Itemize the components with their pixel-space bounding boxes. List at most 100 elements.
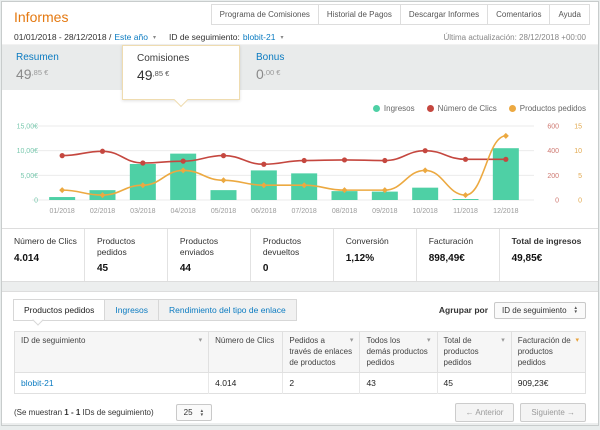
showing-text: (Se muestran 1 - 1 IDs de seguimiento) — [14, 408, 154, 417]
svg-text:600: 600 — [547, 124, 559, 131]
page-title: Informes — [2, 2, 68, 25]
svg-text:09/2018: 09/2018 — [372, 208, 397, 215]
legend-ingresos: Ingresos — [373, 104, 415, 113]
combo-chart: 15,00€ 600 15 10,00€ 400 10 5,00€ 200 5 0 0 0 01/201… — [2, 118, 600, 226]
col-facturacion[interactable]: ▾Facturación de productos pedidos — [511, 332, 585, 373]
cell-pedidos-enlaces: 2 — [283, 373, 360, 394]
cell-total-productos: 45 — [437, 373, 511, 394]
table-header-row: ▾ID de seguimiento Número de Clics ▾Pedi… — [15, 332, 586, 373]
col-numero-clics[interactable]: Número de Clics — [209, 332, 283, 373]
top-nav: Programa de Comisiones Historial de Pago… — [212, 4, 590, 25]
sort-icon[interactable]: ▾ — [427, 336, 431, 345]
svg-text:07/2018: 07/2018 — [292, 208, 317, 215]
svg-text:0: 0 — [578, 198, 582, 205]
svg-text:5,00€: 5,00€ — [20, 173, 38, 180]
left-arrow-icon: ← — [466, 408, 474, 417]
report-tabs: Productos pedidos Ingresos Rendimiento d… — [14, 298, 586, 322]
tracking-id-label: ID de seguimiento: — [169, 32, 240, 42]
report-table: ▾ID de seguimiento Número de Clics ▾Pedi… — [14, 331, 586, 394]
svg-text:02/2018: 02/2018 — [90, 208, 115, 215]
stat-total-ingresos: Total de ingresos49,85€ — [500, 229, 598, 281]
next-button[interactable]: Siguiente → — [520, 403, 586, 422]
cell-todos-demas: 43 — [360, 373, 437, 394]
svg-text:15,00€: 15,00€ — [17, 124, 39, 131]
svg-text:10: 10 — [574, 148, 582, 155]
section-gap — [2, 282, 598, 291]
svg-text:0: 0 — [34, 198, 38, 205]
tracking-id-dropdown[interactable]: blobit-21 — [243, 32, 276, 42]
date-range-text: 01/01/2018 - 28/12/2018 / — [14, 32, 111, 42]
sort-icon-active[interactable]: ▾ — [575, 336, 579, 345]
svg-text:10,00€: 10,00€ — [17, 148, 39, 155]
svg-text:12/2018: 12/2018 — [493, 208, 518, 215]
productos-dot-icon — [509, 105, 516, 112]
chevron-down-icon[interactable]: ▾ — [280, 34, 283, 41]
svg-text:400: 400 — [547, 148, 559, 155]
select-updown-icon: ▲▼ — [574, 306, 578, 314]
filter-bar: 01/01/2018 - 28/12/2018 / Este año ▾ ID … — [2, 30, 598, 44]
svg-text:05/2018: 05/2018 — [211, 208, 236, 215]
svg-text:04/2018: 04/2018 — [171, 208, 196, 215]
group-by-select[interactable]: ID de seguimiento ▲▼ — [494, 302, 586, 319]
legend-clics: Número de Clics — [427, 104, 497, 113]
pagination: ← Anterior Siguiente → — [455, 403, 586, 422]
col-id-seguimiento[interactable]: ▾ID de seguimiento — [15, 332, 209, 373]
stat-facturacion: Facturación898,49€ — [417, 229, 500, 281]
col-total-productos[interactable]: ▾Total de productos pedidos — [437, 332, 511, 373]
report-section: Productos pedidos Ingresos Rendimiento d… — [2, 291, 598, 423]
tab-bonus[interactable]: Bonus 0,00 € — [242, 45, 362, 90]
svg-text:15: 15 — [574, 124, 582, 131]
cell-facturacion: 909,23€ — [511, 373, 585, 394]
stat-conversion: Conversión1,12% — [334, 229, 417, 281]
svg-text:03/2018: 03/2018 — [130, 208, 155, 215]
stat-productos-pedidos: Productos pedidos45 — [85, 229, 168, 281]
tab-comisiones[interactable]: Comisiones 49,85 € — [122, 45, 240, 100]
table-footer: (Se muestran 1 - 1 IDs de seguimiento) 2… — [14, 403, 586, 422]
page-size-select[interactable]: 25 ▲▼ — [176, 404, 212, 421]
stat-productos-enviados: Productos enviados44 — [168, 229, 251, 281]
tab-resumen[interactable]: Resumen 49,85 € — [2, 45, 122, 90]
clics-dot-icon — [427, 105, 434, 112]
report-tab-rendimiento-enlace[interactable]: Rendimiento del tipo de enlace — [158, 299, 297, 321]
svg-text:01/2018: 01/2018 — [50, 208, 75, 215]
cell-clics: 4.014 — [209, 373, 283, 394]
header: Informes Programa de Comisiones Historia… — [2, 2, 598, 30]
reports-app: Informes Programa de Comisiones Historia… — [1, 1, 599, 426]
nav-historial-pagos[interactable]: Historial de Pagos — [318, 4, 401, 25]
svg-text:11/2018: 11/2018 — [453, 208, 478, 215]
stats-row: Número de Clics4.014 Productos pedidos45… — [2, 228, 598, 282]
nav-comentarios[interactable]: Comentarios — [487, 4, 550, 25]
stat-clics: Número de Clics4.014 — [2, 229, 85, 281]
col-todos-demas[interactable]: ▾Todos los demás productos pedidos — [360, 332, 437, 373]
legend-productos: Productos pedidos — [509, 104, 586, 113]
svg-text:08/2018: 08/2018 — [332, 208, 357, 215]
svg-text:5: 5 — [578, 173, 582, 180]
group-by-label: Agrupar por — [439, 305, 488, 315]
sort-icon[interactable]: ▾ — [501, 336, 505, 345]
last-update-text: Última actualización: 28/12/2018 +00:00 — [443, 33, 586, 42]
svg-text:200: 200 — [547, 173, 559, 180]
svg-text:0: 0 — [555, 198, 559, 205]
chevron-down-icon[interactable]: ▾ — [153, 34, 156, 41]
chart-section: Ingresos Número de Clics Productos pedid… — [2, 90, 598, 228]
chart-legend: Ingresos Número de Clics Productos pedid… — [373, 104, 586, 113]
sort-icon[interactable]: ▾ — [199, 336, 203, 345]
ingresos-dot-icon — [373, 105, 380, 112]
table-row: blobit-21 4.014 2 43 45 909,23€ — [15, 373, 586, 394]
group-by: Agrupar por ID de seguimiento ▲▼ — [439, 302, 586, 319]
nav-ayuda[interactable]: Ayuda — [549, 4, 590, 25]
svg-text:06/2018: 06/2018 — [251, 208, 276, 215]
nav-programa-comisiones[interactable]: Programa de Comisiones — [211, 4, 319, 25]
report-tab-ingresos[interactable]: Ingresos — [104, 299, 159, 321]
prev-button[interactable]: ← Anterior — [455, 403, 515, 422]
summary-tabstrip: Resumen 49,85 € Bonus 0,00 € Comisiones … — [2, 44, 598, 90]
right-arrow-icon: → — [567, 408, 575, 417]
date-preset-dropdown[interactable]: Este año — [114, 32, 148, 42]
stat-productos-devueltos: Productos devueltos0 — [251, 229, 334, 281]
nav-descargar-informes[interactable]: Descargar Informes — [400, 4, 488, 25]
tracking-id-link[interactable]: blobit-21 — [21, 378, 54, 388]
svg-text:10/2018: 10/2018 — [413, 208, 438, 215]
sort-icon[interactable]: ▾ — [350, 336, 354, 345]
report-tab-productos-pedidos[interactable]: Productos pedidos — [13, 299, 105, 321]
col-pedidos-enlaces[interactable]: ▾Pedidos a través de enlaces de producto… — [283, 332, 360, 373]
